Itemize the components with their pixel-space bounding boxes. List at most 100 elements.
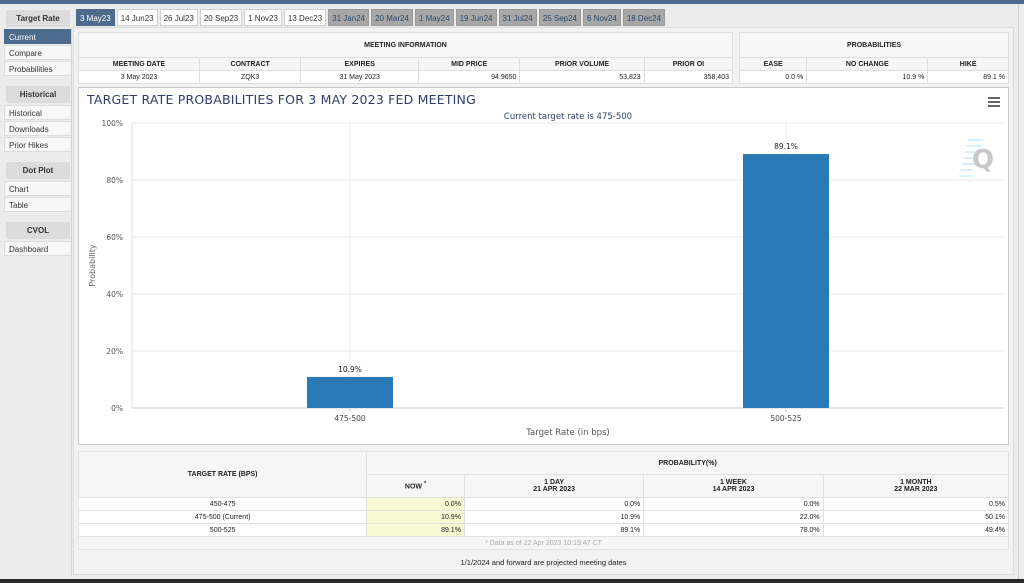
probability-cell: 89.1% — [463, 523, 645, 537]
tab-31-jan24[interactable]: 31 Jan24 — [328, 9, 370, 26]
probability-cell: 22.0% — [643, 510, 824, 524]
col-now: NOW * — [366, 474, 465, 498]
sidebar: Target Rate Current Compare Probabilities Hi… — [4, 10, 72, 257]
bar-data-label: 10.9% — [338, 365, 362, 374]
table-row: 450-475 0.0% 0.0% 0.0% 0.5% — [77, 497, 1010, 511]
sidebar-section-cvol: CVOL — [6, 222, 70, 239]
sidebar-section-target-rate: Target Rate — [6, 10, 70, 27]
tab-26-jul23[interactable]: 26 Jul23 — [159, 9, 198, 26]
col-target-rate: TARGET RATE (BPS) — [77, 451, 368, 498]
sidebar-section-dot-plot: Dot Plot — [6, 162, 70, 179]
col-prior-volume: PRIOR VOLUME — [519, 57, 645, 71]
tab-6-nov24[interactable]: 6 Nov24 — [583, 9, 621, 26]
column-label: 1 MONTH — [900, 479, 932, 486]
bar-475-500 — [307, 376, 393, 408]
sidebar-item-probabilities[interactable]: Probabilities — [4, 61, 72, 76]
y-tick-label: 40% — [106, 290, 123, 299]
prior-oi-value: 358,403 — [643, 70, 734, 84]
expires-value: 31 May 2023 — [300, 70, 420, 84]
probabilities-caption: PROBABILITIES — [739, 32, 1009, 58]
sidebar-item-chart[interactable]: Chart — [4, 181, 72, 196]
y-axis-label: Probability — [88, 244, 97, 287]
rate-cell: 450-475 — [77, 497, 368, 511]
tab-19-jun24[interactable]: 19 Jun24 — [455, 9, 497, 26]
sidebar-item-table[interactable]: Table — [4, 197, 72, 212]
probability-cell: 0.0% — [643, 497, 824, 511]
meeting-info-table: MEETING INFORMATION MEETING DATE CONTRAC… — [78, 32, 734, 84]
sidebar-item-historical[interactable]: Historical — [4, 105, 72, 120]
chart-panel: TARGET RATE PROBABILITIES FOR 3 MAY 2023… — [78, 87, 1009, 445]
tab-20-sep23[interactable]: 20 Sep23 — [199, 9, 243, 26]
column-date: 14 APR 2023 — [712, 486, 755, 493]
tab-20-mar24[interactable]: 20 Mar24 — [371, 9, 413, 26]
tab-25-sep24[interactable]: 25 Sep24 — [538, 9, 582, 26]
prior-volume-value: 53,823 — [519, 70, 645, 84]
col-mid-price: MID PRICE — [418, 57, 521, 71]
top-border — [0, 0, 1024, 4]
now-probability-cell: 0.0% — [366, 497, 465, 511]
col-expires: EXPIRES — [300, 57, 420, 71]
bar-500-525 — [743, 154, 829, 408]
sidebar-item-current[interactable]: Current — [4, 29, 72, 44]
meeting-info-caption: MEETING INFORMATION — [78, 32, 733, 58]
hike-value: 89.1 % — [927, 70, 1009, 84]
sidebar-section-historical: Historical — [6, 86, 70, 103]
bottom-border — [0, 579, 1024, 583]
meeting-tabs: 3 May23 14 Jun23 26 Jul23 20 Sep23 1 Nov23 13… — [76, 9, 666, 26]
column-label: 1 DAY — [544, 479, 565, 486]
y-tick-label: 80% — [106, 176, 123, 185]
table-row: 500-525 89.1% 89.1% 78.0% 49.4% — [77, 523, 1010, 537]
probability-cell: 50.1% — [822, 510, 1010, 524]
contract-value: ZQK3 — [198, 70, 302, 84]
now-probability-cell: 89.1% — [366, 523, 465, 537]
column-date: 22 MAR 2023 — [894, 486, 938, 493]
y-tick-label: 100% — [102, 119, 123, 128]
probability-cell: 10.9% — [463, 510, 645, 524]
tab-31-jul24[interactable]: 31 Jul24 — [498, 9, 537, 26]
probability-cell: 78.0% — [643, 523, 824, 537]
tab-1-may24[interactable]: 1 May24 — [414, 9, 454, 26]
col-meeting-date: MEETING DATE — [78, 57, 200, 71]
tab-1-nov23[interactable]: 1 Nov23 — [244, 9, 282, 26]
chart-subtitle: Current target rate is 475-500 — [504, 112, 632, 122]
rate-cell: 475-500 (Current) — [77, 510, 368, 524]
tab-3-may23[interactable]: 3 May23 — [76, 9, 115, 26]
now-probability-cell: 10.9% — [366, 510, 465, 524]
ease-value: 0.0 % — [738, 70, 808, 84]
table-row: 475-500 (Current) 10.9% 10.9% 22.0% 50.1% — [77, 510, 1010, 524]
tab-18-dec24[interactable]: 18 Dec24 — [622, 9, 666, 26]
sidebar-item-dashboard[interactable]: Dashboard — [4, 241, 72, 256]
window-scrollbar[interactable] — [1018, 4, 1024, 579]
col-1-month: 1 MONTH 22 MAR 2023 — [822, 474, 1010, 498]
probability-cell: 49.4% — [822, 523, 1010, 537]
y-tick-label: 60% — [106, 233, 123, 242]
logo-q: Q — [972, 145, 994, 175]
rate-cell: 500-525 — [77, 523, 368, 537]
sidebar-item-downloads[interactable]: Downloads — [4, 121, 72, 136]
column-date: 21 APR 2023 — [533, 486, 575, 493]
x-axis-label: Target Rate (in bps) — [525, 428, 610, 438]
no-change-value: 10.9 % — [806, 70, 929, 84]
sidebar-item-prior-hikes[interactable]: Prior Hikes — [4, 137, 72, 152]
y-tick-label: 0% — [111, 404, 123, 413]
col-no-change: NO CHANGE — [806, 57, 929, 71]
tab-14-jun23[interactable]: 14 Jun23 — [116, 9, 158, 26]
mid-price-value: 94.9650 — [418, 70, 521, 84]
tab-13-dec23[interactable]: 13 Dec23 — [283, 9, 327, 26]
bar-data-label: 89.1% — [774, 142, 798, 151]
col-prior-oi: PRIOR OI — [643, 57, 734, 71]
y-tick-label: 20% — [106, 347, 123, 356]
col-1-week: 1 WEEK 14 APR 2023 — [643, 474, 824, 498]
probability-group-header: PROBABILITY(%) — [366, 451, 1009, 475]
probability-cell: 0.5% — [822, 497, 1010, 511]
data-timestamp-footnote: * Data as of 22 Apr 2023 10:19:47 CT — [78, 536, 1009, 550]
col-contract: CONTRACT — [198, 57, 302, 71]
col-hike: HIKE — [927, 57, 1009, 71]
sidebar-divider — [71, 28, 72, 576]
meeting-date-value: 3 May 2023 — [78, 70, 200, 84]
sidebar-item-compare[interactable]: Compare — [4, 45, 72, 60]
column-label: NOW — [404, 483, 423, 491]
